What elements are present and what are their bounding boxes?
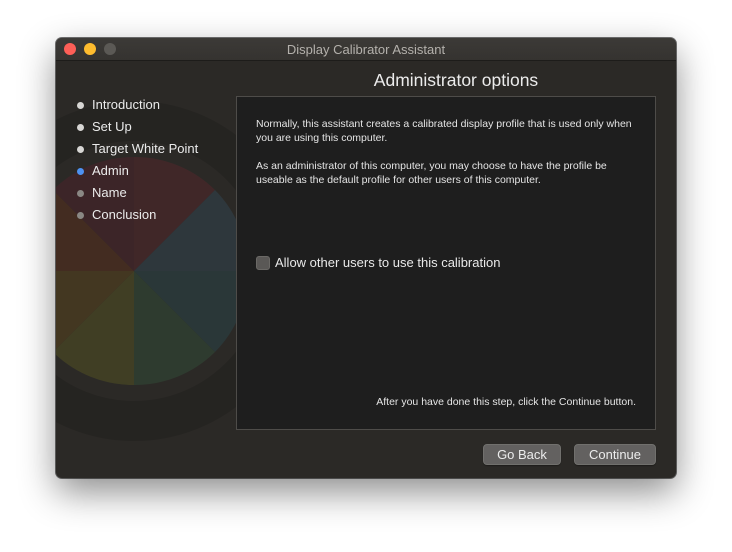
step-label: Target White Point <box>92 141 199 156</box>
step-label: Name <box>92 185 127 200</box>
page-heading: Administrator options <box>373 70 539 90</box>
window-title: Display Calibrator Assistant <box>286 42 446 57</box>
instruction-note: After you have done this step, click the… <box>376 396 636 408</box>
step-bullet-icon <box>77 102 84 109</box>
title-bar[interactable]: Display Calibrator Assistant <box>56 38 676 61</box>
calibrator-window: Display Calibrator Assistant Administrat… <box>56 38 676 478</box>
step-bullet-icon <box>77 190 84 197</box>
continue-button[interactable]: Continue <box>574 444 656 465</box>
step-bullet-icon <box>77 146 84 153</box>
step-bullet-icon <box>77 124 84 131</box>
allow-other-users-label[interactable]: Allow other users to use this calibratio… <box>275 255 500 270</box>
admin-paragraph: As an administrator of this computer, yo… <box>256 160 607 186</box>
current-step-bullet-icon <box>77 168 84 175</box>
allow-other-users-checkbox[interactable] <box>256 256 270 270</box>
step-label: Set Up <box>92 119 132 134</box>
go-back-button[interactable]: Go Back <box>483 444 561 465</box>
step-label: Conclusion <box>92 207 157 222</box>
step-label: Introduction <box>92 97 160 112</box>
step-label: Admin <box>92 163 129 178</box>
intro-paragraph: Normally, this assistant creates a calib… <box>256 118 632 144</box>
content-panel: Normally, this assistant creates a calib… <box>236 96 656 430</box>
step-bullet-icon <box>77 212 84 219</box>
